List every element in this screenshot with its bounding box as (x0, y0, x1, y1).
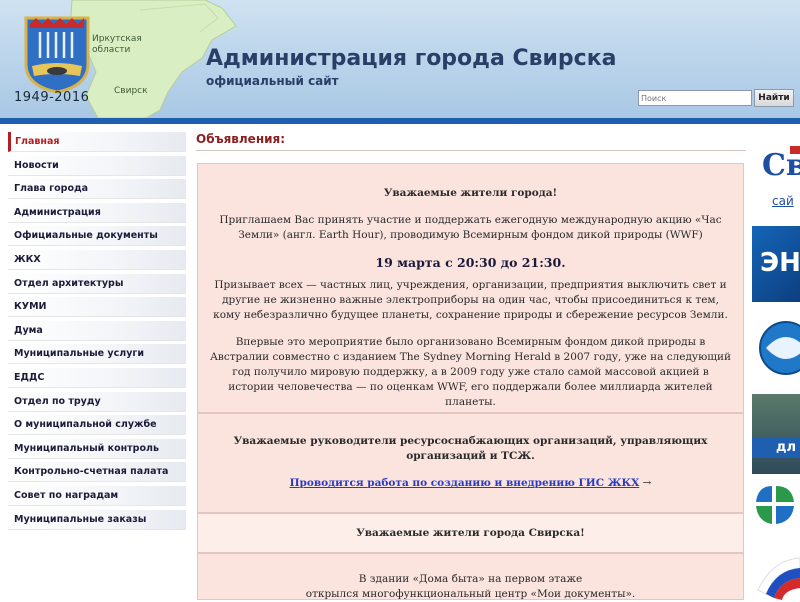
banner-mfc-logo[interactable] (752, 478, 800, 546)
sidebar-item-news[interactable]: Новости (8, 155, 186, 176)
sidebar-item-home[interactable]: Главная (8, 132, 186, 152)
sidebar-item-audit-chamber[interactable]: Контрольно-счетная палата (8, 462, 186, 483)
sidebar-item-civil-service[interactable]: О муниципальной службе (8, 415, 186, 436)
notice-paragraph: Призывает всех — частных лиц, учреждения… (213, 279, 728, 321)
sidebar-item-procurement[interactable]: Муниципальные заказы (8, 509, 186, 530)
sidebar-nav: Главная Новости Глава города Администрац… (8, 132, 186, 533)
sidebar-item-edds[interactable]: ЕДДС (8, 367, 186, 388)
notice-date: 19 марта с 20:30 до 21:30. (375, 255, 566, 270)
sidebar-item-labor[interactable]: Отдел по труду (8, 391, 186, 412)
site-title: Администрация города Свирска (206, 46, 617, 71)
banner-photo-text: дл (776, 440, 797, 455)
banner-city-logo-sub: сай (772, 194, 794, 208)
globe-icon (759, 321, 800, 375)
mfc-logo-icon (756, 486, 794, 524)
emblem-years: 1949-2016 (14, 90, 90, 105)
sidebar-item-mayor[interactable]: Глава города (8, 179, 186, 200)
sidebar-item-municipal-services[interactable]: Муниципальные услуги (8, 344, 186, 365)
link-suffix: → (639, 477, 652, 489)
flag-icon (790, 146, 800, 154)
notice-paragraph: Впервые это мероприятие было организован… (209, 336, 732, 408)
header-divider (0, 118, 800, 124)
banner-photo[interactable]: дл (752, 394, 800, 474)
banner-energy-text: ЭН (760, 248, 800, 278)
sidebar-item-architecture[interactable]: Отдел архитектуры (8, 273, 186, 294)
site-header: 1949-2016 Иркутская области Свирск Админ… (0, 0, 800, 118)
site-subtitle: официальный сайт (206, 74, 339, 88)
banner-energy[interactable]: ЭН (752, 226, 800, 302)
sidebar-item-housing[interactable]: ЖКХ (8, 249, 186, 270)
search-button[interactable]: Найти (754, 89, 794, 107)
announcements-heading: Объявления: (196, 132, 286, 146)
notice-paragraph: Приглашаем Вас принять участие и поддерж… (219, 214, 722, 241)
gis-housing-link[interactable]: Проводится работа по созданию и внедрени… (290, 477, 640, 489)
russia-flag-icon (757, 557, 800, 600)
sidebar-item-official-documents[interactable]: Официальные документы (8, 226, 186, 247)
notice-gis-housing: Уважаемые руководители ресурсоснабжающих… (197, 413, 744, 513)
notice-mfc: В здании «Дома быта» на первом этаже отк… (197, 553, 744, 600)
notice-greeting: Уважаемые жители города! (383, 187, 558, 199)
sidebar-item-property-committee[interactable]: КУМИ (8, 297, 186, 318)
notice-greeting: Уважаемые жители города Свирска! (356, 527, 585, 539)
search-input[interactable] (638, 90, 752, 106)
region-label: Иркутская области (92, 34, 142, 55)
banner-city-logo[interactable]: Св сай (752, 140, 800, 220)
sidebar-item-administration[interactable]: Администрация (8, 202, 186, 223)
sidebar-item-municipal-control[interactable]: Муниципальный контроль (8, 438, 186, 459)
banner-globe[interactable] (752, 306, 800, 388)
city-emblem-icon (24, 16, 90, 94)
notice-greeting: Уважаемые руководители ресурсоснабжающих… (233, 435, 708, 462)
sidebar-item-awards-council[interactable]: Совет по наградам (8, 485, 186, 506)
heading-divider (196, 150, 746, 151)
notice-svirsk-residents: Уважаемые жители города Свирска! (197, 513, 744, 553)
banner-flag[interactable] (752, 550, 800, 600)
town-label: Свирск (114, 86, 148, 96)
sidebar-item-duma[interactable]: Дума (8, 320, 186, 341)
notice-paragraph: В здании «Дома быта» на первом этаже (358, 573, 583, 585)
notice-earth-hour: Уважаемые жители города! Приглашаем Вас … (197, 163, 744, 413)
